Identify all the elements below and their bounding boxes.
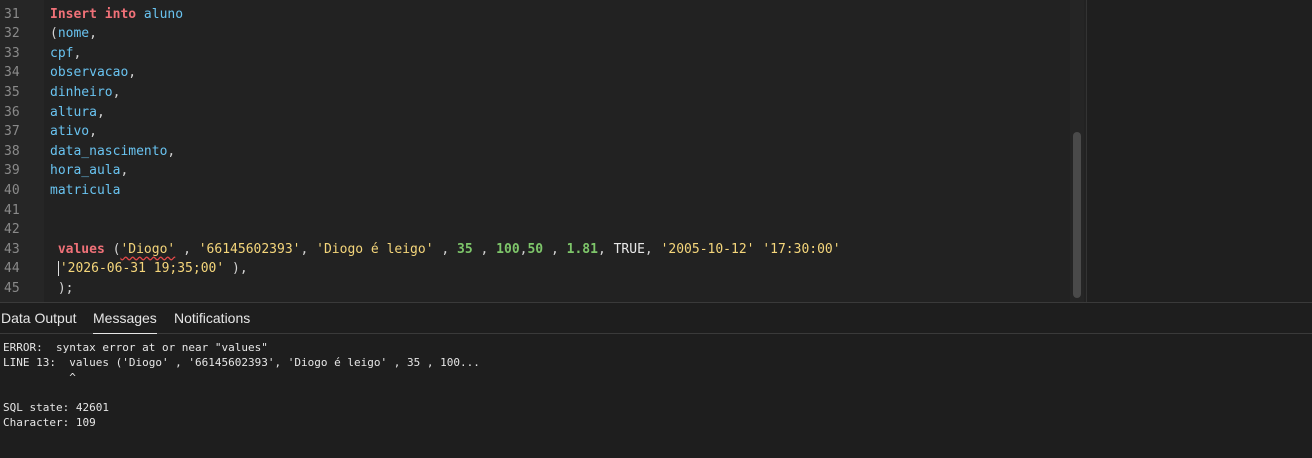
code-token: 35: [457, 241, 473, 257]
code-token: hora_aula: [50, 163, 121, 179]
code-token: ,: [175, 241, 199, 257]
line-number: 44: [4, 261, 20, 277]
tab-data-output[interactable]: Data Output: [1, 303, 77, 333]
code-token: '2005-10-12': [660, 241, 755, 257]
line-number: 41: [4, 202, 20, 218]
code-token: 'Diogo': [120, 241, 176, 257]
line-number: 31: [4, 6, 20, 22]
code-token: ,: [167, 143, 176, 159]
code-token: ,: [597, 241, 614, 257]
error-character: Character: 109: [3, 416, 96, 429]
code-token: '66145602393': [198, 241, 301, 257]
line-code: values ('Diogo' , '66145602393', 'Diogo …: [50, 240, 841, 260]
code-token: ,: [120, 163, 129, 179]
line-code: altura,: [50, 103, 105, 123]
line-code: dinheiro,: [50, 83, 120, 103]
code-token: cpf: [50, 45, 74, 61]
line-code: ativo,: [50, 122, 97, 142]
line-code: Insert into aluno: [50, 5, 183, 25]
code-token: data_nascimento: [50, 143, 168, 159]
code-token: '17:30:00': [762, 241, 841, 257]
code-token: ativo: [50, 124, 90, 140]
editor-scrollbar-thumb[interactable]: [1073, 132, 1081, 298]
code-token: values: [57, 241, 105, 257]
code-token: ,: [543, 241, 567, 257]
code-token: ,: [73, 45, 82, 61]
code-token: 50: [527, 241, 544, 257]
line-code: '2026-06-31 19;35;00' ),: [50, 259, 248, 279]
tab-notifications[interactable]: Notifications: [174, 303, 250, 333]
code-token: (: [104, 241, 121, 257]
code-token: ,: [128, 65, 137, 81]
line-number: 36: [4, 104, 20, 120]
code-token: ),: [224, 261, 248, 277]
line-number: 45: [4, 280, 20, 296]
line-number: 35: [4, 84, 20, 100]
code-token: observacao: [50, 65, 129, 81]
code-token: Insert into: [50, 6, 137, 22]
line-number: 34: [4, 65, 20, 81]
line-code: matricula: [50, 181, 120, 201]
code-token: ,: [644, 241, 661, 257]
code-token: ,: [433, 241, 458, 257]
line-code: );: [50, 279, 74, 299]
line-number: 39: [4, 163, 20, 179]
code-token: ,: [300, 241, 317, 257]
error-message: ERROR: syntax error at or near "values": [3, 341, 268, 354]
line-code: data_nascimento,: [50, 142, 175, 162]
code-token: ,: [89, 26, 97, 42]
code-token: (: [50, 26, 58, 42]
code-token: ,: [472, 241, 497, 257]
code-token: nome: [57, 26, 90, 42]
output-tabs: Data Output Messages Notifications: [0, 302, 1312, 335]
line-number: 43: [4, 241, 20, 257]
error-line-context: LINE 13: values ('Diogo' , '66145602393'…: [3, 356, 480, 369]
text-cursor: [57, 261, 59, 277]
line-number: 42: [4, 222, 20, 238]
code-token: TRUE: [613, 241, 645, 257]
code-token: matricula: [50, 182, 121, 198]
line-code: (nome,: [50, 24, 97, 44]
error-caret-indicator: ^: [3, 371, 76, 384]
line-number: 40: [4, 182, 20, 198]
line-number: 32: [4, 26, 20, 42]
code-token: altura: [50, 104, 97, 120]
line-number: 38: [4, 143, 20, 159]
side-panel: [1086, 0, 1312, 302]
code-token: 1.81: [566, 241, 598, 257]
line-code: observacao,: [50, 63, 136, 83]
code-token: '2026-06-31 19;35;00': [59, 261, 225, 277]
code-token: dinheiro: [50, 84, 113, 100]
line-code: cpf,: [50, 44, 81, 64]
tab-messages[interactable]: Messages: [93, 303, 157, 335]
code-token: aluno: [143, 6, 184, 22]
app-root: 31 Insert into aluno 32 (nome, 33 cpf, 34 obser…: [0, 0, 1312, 458]
code-token: );: [50, 280, 74, 296]
code-token: 100: [496, 241, 520, 257]
line-code: hora_aula,: [50, 161, 128, 181]
code-token: ,: [89, 124, 97, 140]
sql-editor[interactable]: 31 Insert into aluno 32 (nome, 33 cpf, 34 obser…: [0, 0, 1086, 302]
code-token: ,: [112, 84, 121, 100]
messages-panel: ERROR: syntax error at or near "values" …: [0, 334, 1312, 458]
line-number: 37: [4, 124, 20, 140]
line-number: 33: [4, 45, 20, 61]
sql-state: SQL state: 42601: [3, 401, 109, 414]
code-token: ,: [96, 104, 105, 120]
code-token: 'Diogo é leigo': [316, 241, 434, 257]
